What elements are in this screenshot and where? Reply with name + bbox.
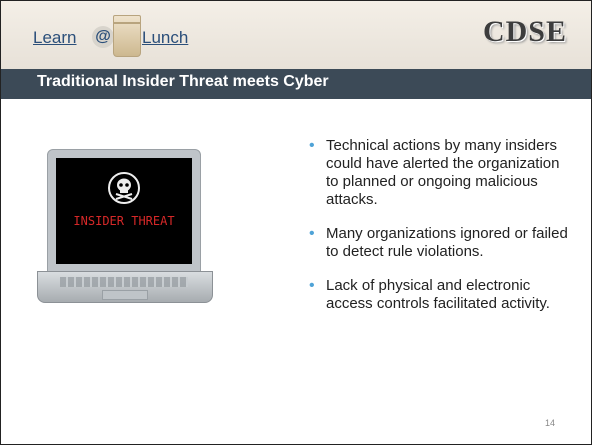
laptop-keyboard <box>60 277 188 287</box>
slide-title: Traditional Insider Threat meets Cyber <box>37 73 329 90</box>
learn-at-lunch-logo: Learn @ Lunch <box>33 15 203 57</box>
bullet-item: • Technical actions by many insiders cou… <box>306 137 571 209</box>
logo-learn-text: Learn <box>33 28 77 47</box>
insider-threat-laptop-image: INSIDER THREAT <box>37 149 213 309</box>
bullet-item: • Many organizations ignored or failed t… <box>306 225 571 261</box>
bullet-dot-icon: • <box>309 137 315 154</box>
lunch-bag-icon <box>113 15 141 57</box>
laptop-base <box>37 271 213 303</box>
bullet-text: Technical actions by many insiders could… <box>326 137 560 208</box>
cdse-logo: CDSE <box>482 15 567 48</box>
skull-crossbones-icon <box>108 172 140 204</box>
slide-header: Learn @ Lunch CDSE <box>1 1 591 69</box>
bullet-item: • Lack of physical and electronic access… <box>306 277 571 313</box>
logo-lunch-text: Lunch <box>142 28 189 47</box>
slide: Learn @ Lunch CDSE Traditional Insider T… <box>0 0 592 445</box>
bullet-text: Many organizations ignored or failed to … <box>326 225 568 260</box>
bullet-dot-icon: • <box>309 277 315 294</box>
bullet-list: • Technical actions by many insiders cou… <box>306 137 571 329</box>
laptop-touchpad <box>102 290 148 300</box>
insider-threat-screen-text: INSIDER THREAT <box>73 214 175 228</box>
title-bar: Traditional Insider Threat meets Cyber <box>1 69 591 99</box>
laptop-screen: INSIDER THREAT <box>56 158 192 264</box>
page-number: 14 <box>544 418 555 428</box>
logo-at-icon: @ <box>92 26 114 48</box>
bullet-text: Lack of physical and electronic access c… <box>326 277 550 312</box>
bullet-dot-icon: • <box>309 225 315 242</box>
laptop-screen-frame: INSIDER THREAT <box>47 149 201 273</box>
